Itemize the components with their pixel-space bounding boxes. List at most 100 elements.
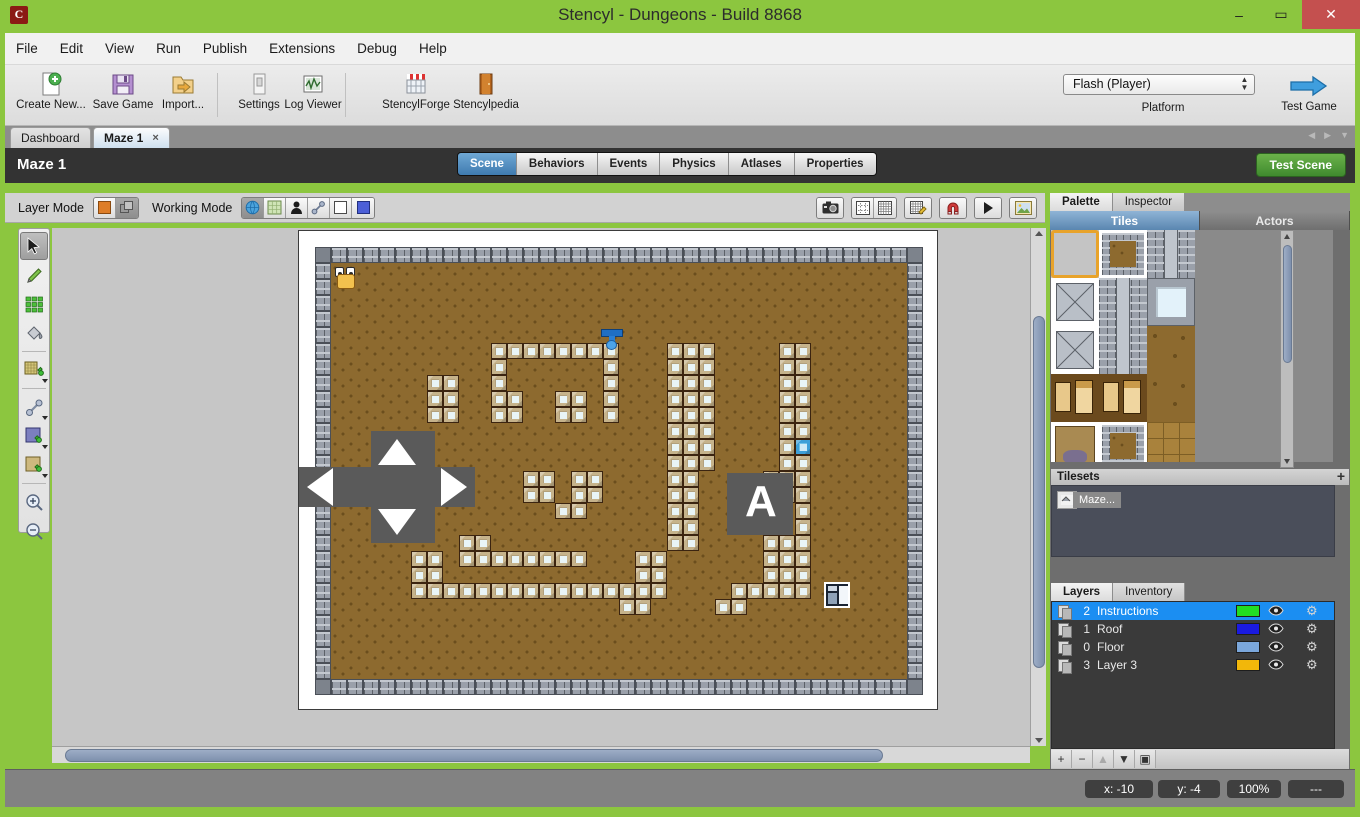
block-tile[interactable]: [507, 407, 523, 423]
wall-tile[interactable]: [907, 567, 923, 583]
wall-tile[interactable]: [907, 663, 923, 679]
block-tile[interactable]: [491, 375, 507, 391]
eye-icon[interactable]: [1268, 605, 1284, 616]
tab-properties[interactable]: Properties: [794, 153, 876, 175]
maze-grid[interactable]: A: [299, 247, 923, 695]
layer-row-instructions[interactable]: 2 Instructions ⚙: [1052, 602, 1334, 620]
block-tile[interactable]: [683, 375, 699, 391]
block-tile[interactable]: [571, 583, 587, 599]
canvas-vscrollbar[interactable]: [1030, 228, 1046, 746]
block-tile[interactable]: [603, 375, 619, 391]
block-tile[interactable]: [683, 471, 699, 487]
block-tile[interactable]: [411, 583, 427, 599]
block-tile[interactable]: [699, 455, 715, 471]
wall-tile[interactable]: [795, 247, 811, 263]
block-tile[interactable]: [683, 359, 699, 375]
block-tile[interactable]: [683, 423, 699, 439]
wall-tile[interactable]: [907, 343, 923, 359]
tile-palette-scrollbar[interactable]: [1280, 230, 1294, 468]
block-tile[interactable]: [667, 391, 683, 407]
wall-tile[interactable]: [587, 247, 603, 263]
block-tile[interactable]: [571, 391, 587, 407]
block-tile[interactable]: [635, 567, 651, 583]
scroll-down-icon[interactable]: [1035, 738, 1043, 743]
region-icon[interactable]: [330, 197, 353, 218]
block-tile[interactable]: [587, 487, 603, 503]
tab-maze-1[interactable]: Maze 1 ×: [93, 127, 170, 148]
wall-tile[interactable]: [331, 247, 347, 263]
block-tile[interactable]: [763, 567, 779, 583]
block-tile[interactable]: [667, 519, 683, 535]
block-tile[interactable]: [571, 487, 587, 503]
menu-file[interactable]: File: [5, 37, 49, 60]
block-tile[interactable]: [603, 359, 619, 375]
palette-tile[interactable]: [1147, 278, 1195, 326]
terrain-icon[interactable]: [264, 197, 287, 218]
image-icon[interactable]: [1010, 197, 1036, 218]
wall-tile[interactable]: [859, 247, 875, 263]
wall-tile[interactable]: [827, 247, 843, 263]
wall-tile[interactable]: [907, 631, 923, 647]
wall-tile[interactable]: [459, 679, 475, 695]
wall-tile[interactable]: [907, 615, 923, 631]
wall-tile[interactable]: [683, 679, 699, 695]
block-tile[interactable]: [667, 359, 683, 375]
hero-actor[interactable]: [333, 267, 359, 293]
block-tile[interactable]: [443, 375, 459, 391]
block-tile[interactable]: [779, 375, 795, 391]
wall-tile[interactable]: [651, 679, 667, 695]
wall-tile[interactable]: [779, 247, 795, 263]
block-tile[interactable]: [699, 423, 715, 439]
block-tile[interactable]: [795, 391, 811, 407]
wall-tile[interactable]: [811, 247, 827, 263]
block-tile[interactable]: [779, 343, 795, 359]
block-tile[interactable]: [779, 567, 795, 583]
wall-tile[interactable]: [875, 679, 891, 695]
wall-tile[interactable]: [907, 423, 923, 439]
wall-tile[interactable]: [907, 471, 923, 487]
block-tile[interactable]: [571, 343, 587, 359]
block-tile[interactable]: [779, 407, 795, 423]
all-layers-icon[interactable]: [116, 197, 139, 218]
wall-tile[interactable]: [379, 679, 395, 695]
wall-tile[interactable]: [843, 679, 859, 695]
menu-edit[interactable]: Edit: [49, 37, 94, 60]
layer-row-roof[interactable]: 1 Roof ⚙: [1052, 620, 1334, 638]
block-tile[interactable]: [427, 567, 443, 583]
block-tile[interactable]: [427, 407, 443, 423]
panel-tab-palette[interactable]: Palette: [1050, 193, 1113, 211]
block-tile[interactable]: [667, 343, 683, 359]
platform-select[interactable]: Flash (Player) ▲ ▼: [1063, 74, 1255, 95]
wall-tile[interactable]: [411, 679, 427, 695]
window-icon-block[interactable]: [824, 582, 850, 608]
region-blue-icon[interactable]: [20, 422, 48, 450]
toolbar-stencylpedia[interactable]: Stencylpedia: [450, 69, 522, 111]
wall-tile[interactable]: [315, 391, 331, 407]
menu-view[interactable]: View: [94, 37, 145, 60]
block-tile[interactable]: [795, 471, 811, 487]
block-tile[interactable]: [555, 503, 571, 519]
scene-canvas-area[interactable]: A: [52, 228, 1030, 746]
block-tile[interactable]: [507, 551, 523, 567]
layer-row-floor[interactable]: 0 Floor ⚙: [1052, 638, 1334, 656]
wall-tile[interactable]: [571, 679, 587, 695]
block-tile[interactable]: [475, 535, 491, 551]
block-tile[interactable]: [731, 599, 747, 615]
palette-tile[interactable]: [1147, 230, 1195, 278]
block-tile[interactable]: [747, 583, 763, 599]
wall-tile[interactable]: [507, 679, 523, 695]
layer-color-swatch[interactable]: [1236, 623, 1260, 635]
block-tile[interactable]: [779, 535, 795, 551]
palette-tile[interactable]: [1147, 326, 1195, 374]
wall-tile[interactable]: [315, 663, 331, 679]
layers-tab-inventory[interactable]: Inventory: [1113, 583, 1186, 601]
block-tile[interactable]: [699, 391, 715, 407]
blue-switch-actor[interactable]: [601, 329, 623, 350]
block-tile[interactable]: [779, 439, 795, 455]
block-tile[interactable]: [699, 407, 715, 423]
wall-tile[interactable]: [699, 679, 715, 695]
block-tile[interactable]: [523, 471, 539, 487]
block-tile[interactable]: [651, 551, 667, 567]
block-tile[interactable]: [523, 583, 539, 599]
block-tile[interactable]: [683, 343, 699, 359]
